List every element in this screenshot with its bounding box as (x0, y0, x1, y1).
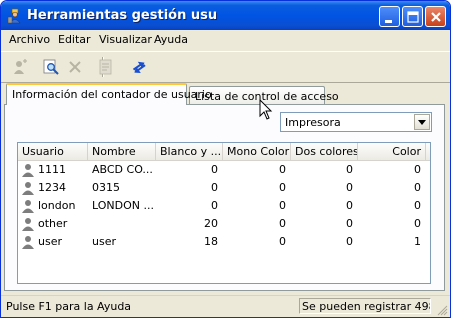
cell-blanco: 18 (204, 235, 218, 248)
close-icon (431, 12, 441, 22)
cell-usuario: 1234 (38, 181, 66, 194)
cell-blanco: 0 (211, 181, 218, 194)
menu-editar[interactable]: Editar (58, 33, 91, 46)
column-header-dos-colores[interactable]: Dos colores (291, 143, 358, 160)
cell-usuario: user (38, 235, 62, 248)
user-icon (22, 164, 34, 177)
table-row[interactable]: 1111 ABCD CO... 0 0 0 0 (18, 161, 430, 178)
resize-grip-icon[interactable] (437, 305, 448, 316)
cell-mono: 0 (279, 235, 286, 248)
find-button[interactable] (40, 56, 62, 78)
user-add-icon (14, 59, 27, 74)
cell-dos: 0 (346, 163, 353, 176)
menu-bar: Archivo Editar Visualizar Ayuda (1, 30, 450, 49)
cell-dos: 0 (346, 217, 353, 230)
cell-mono: 0 (279, 181, 286, 194)
cell-color: 0 (414, 163, 421, 176)
app-window: Herramientas gestión usu Archivo Editar … (0, 0, 451, 318)
mouse-pointer-icon (259, 99, 273, 120)
cell-mono: 0 (279, 199, 286, 212)
column-header-usuario[interactable]: Usuario (18, 143, 88, 160)
properties-icon (99, 59, 112, 75)
cell-blanco: 20 (204, 217, 218, 230)
menu-visualizar[interactable]: Visualizar (99, 33, 152, 46)
column-header-color[interactable]: Color (358, 143, 426, 160)
cell-blanco: 0 (211, 163, 218, 176)
menu-archivo[interactable]: Archivo (9, 33, 50, 46)
table-row[interactable]: london LONDON ... 0 0 0 0 (18, 197, 430, 214)
table-row[interactable]: user user 18 0 0 1 (18, 233, 430, 250)
cell-nombre: ABCD CO... (92, 163, 153, 176)
minimize-button[interactable] (379, 6, 400, 27)
user-icon (22, 200, 34, 213)
cell-color: 0 (414, 199, 421, 212)
refresh-button[interactable] (128, 56, 150, 78)
cell-nombre: user (92, 235, 116, 248)
dropdown-button[interactable] (414, 114, 430, 130)
close-button[interactable] (425, 6, 446, 27)
maximize-button[interactable] (402, 6, 423, 27)
list-header: Usuario Nombre Blanco y ... Mono Color D… (18, 143, 430, 161)
delete-icon (69, 61, 81, 73)
properties-button[interactable] (95, 56, 117, 78)
cell-mono: 0 (279, 163, 286, 176)
device-select-value: Impresora (285, 116, 341, 129)
status-help-text: Pulse F1 para la Ayuda (6, 300, 132, 313)
cell-blanco: 0 (211, 199, 218, 212)
toolbar (1, 51, 450, 83)
chevron-down-icon (418, 120, 426, 125)
cell-nombre: LONDON ... (92, 199, 154, 212)
cell-color: 1 (414, 235, 421, 248)
find-icon (43, 59, 59, 75)
menu-ayuda[interactable]: Ayuda (154, 33, 188, 46)
column-header-nombre[interactable]: Nombre (88, 143, 156, 160)
refresh-icon (132, 61, 146, 74)
tab-strip: Información del contador de usuario List… (1, 83, 450, 106)
cell-dos: 0 (346, 181, 353, 194)
maximize-icon (407, 11, 419, 23)
user-icon (22, 218, 34, 231)
tab-label: Información del contador de usuario (12, 88, 212, 101)
minimize-icon (385, 20, 392, 23)
status-bar: Pulse F1 para la Ayuda Se pueden registr… (1, 295, 450, 317)
cell-color: 0 (414, 181, 421, 194)
status-registration-text: Se pueden registrar 498 us (299, 298, 431, 314)
cell-usuario: 1111 (38, 163, 66, 176)
user-icon (22, 182, 34, 195)
cell-mono: 0 (279, 217, 286, 230)
table-row[interactable]: other 20 0 0 0 (18, 215, 430, 232)
column-header-mono-color[interactable]: Mono Color (223, 143, 291, 160)
add-user-button[interactable] (9, 56, 31, 78)
column-header-blanco[interactable]: Blanco y ... (156, 143, 223, 160)
tab-contador-usuario[interactable]: Información del contador de usuario (6, 83, 212, 105)
title-bar[interactable]: Herramientas gestión usu (1, 1, 450, 30)
user-counter-list[interactable]: Usuario Nombre Blanco y ... Mono Color D… (17, 142, 431, 284)
table-row[interactable]: 1234 0315 0 0 0 0 (18, 179, 430, 196)
cell-nombre: 0315 (92, 181, 120, 194)
cell-usuario: london (38, 199, 76, 212)
device-select[interactable]: Impresora (280, 112, 432, 132)
window-title: Herramientas gestión usu (27, 8, 218, 23)
delete-button[interactable] (64, 56, 86, 78)
cell-usuario: other (38, 217, 68, 230)
user-icon (22, 236, 34, 249)
app-icon (7, 8, 23, 24)
cell-dos: 0 (346, 235, 353, 248)
cell-color: 0 (414, 217, 421, 230)
cell-dos: 0 (346, 199, 353, 212)
